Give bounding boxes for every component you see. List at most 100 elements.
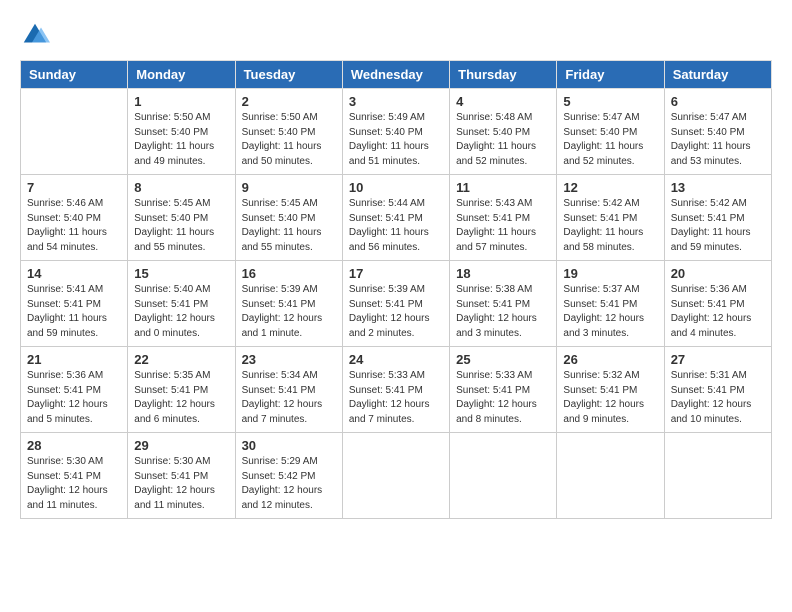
calendar-header-row: SundayMondayTuesdayWednesdayThursdayFrid…: [21, 61, 772, 89]
calendar-header-monday: Monday: [128, 61, 235, 89]
day-number: 30: [242, 438, 336, 453]
day-info: Sunrise: 5:44 AM Sunset: 5:41 PM Dayligh…: [349, 197, 443, 255]
calendar-cell: 4 Sunrise: 5:48 AM Sunset: 5:40 PM Daylig…: [450, 89, 557, 175]
calendar-cell: 10 Sunrise: 5:44 AM Sunset: 5:41 PM Dayli…: [342, 175, 449, 261]
day-number: 27: [671, 352, 765, 367]
calendar-cell: 20 Sunrise: 5:36 AM Sunset: 5:41 PM Dayli…: [664, 261, 771, 347]
calendar-cell: 29 Sunrise: 5:30 AM Sunset: 5:41 PM Dayli…: [128, 433, 235, 519]
day-info: Sunrise: 5:47 AM Sunset: 5:40 PM Dayligh…: [563, 111, 657, 169]
calendar-cell: 24Sunrise: 5:33 AM Sunset: 5:41 PM Dayli…: [342, 347, 449, 433]
calendar-cell: 16 Sunrise: 5:39 AM Sunset: 5:41 PM Dayli…: [235, 261, 342, 347]
calendar-cell: 13 Sunrise: 5:42 AM Sunset: 5:41 PM Dayli…: [664, 175, 771, 261]
day-number: 13: [671, 180, 765, 195]
day-number: 5: [563, 94, 657, 109]
day-info: Sunrise: 5:35 AM Sunset: 5:41 PM Dayligh…: [134, 369, 228, 427]
day-number: 10: [349, 180, 443, 195]
day-number: 18: [456, 266, 550, 281]
calendar-cell: 26 Sunrise: 5:32 AM Sunset: 5:41 PM Dayli…: [557, 347, 664, 433]
day-info: Sunrise: 5:30 AM Sunset: 5:41 PM Dayligh…: [134, 455, 228, 513]
day-info: Sunrise: 5:50 AM Sunset: 5:40 PM Dayligh…: [134, 111, 228, 169]
day-number: 26: [563, 352, 657, 367]
day-number: 29: [134, 438, 228, 453]
day-info: Sunrise: 5:31 AM Sunset: 5:41 PM Dayligh…: [671, 369, 765, 427]
calendar-table: SundayMondayTuesdayWednesdayThursdayFrid…: [20, 60, 772, 519]
day-info: Sunrise: 5:42 AM Sunset: 5:41 PM Dayligh…: [671, 197, 765, 255]
day-info: Sunrise: 5:48 AM Sunset: 5:40 PM Dayligh…: [456, 111, 550, 169]
calendar-week-3: 14 Sunrise: 5:41 AM Sunset: 5:41 PM Dayli…: [21, 261, 772, 347]
calendar-week-1: 1 Sunrise: 5:50 AM Sunset: 5:40 PM Daylig…: [21, 89, 772, 175]
day-info: Sunrise: 5:37 AM Sunset: 5:41 PM Dayligh…: [563, 283, 657, 341]
day-info: Sunrise: 5:39 AM Sunset: 5:41 PM Dayligh…: [242, 283, 336, 341]
calendar-cell: 18 Sunrise: 5:38 AM Sunset: 5:41 PM Dayli…: [450, 261, 557, 347]
day-info: Sunrise: 5:29 AM Sunset: 5:42 PM Dayligh…: [242, 455, 336, 513]
calendar-cell: [450, 433, 557, 519]
day-info: Sunrise: 5:33 AM Sunset: 5:41 PM Dayligh…: [349, 369, 443, 427]
calendar-cell: 8 Sunrise: 5:45 AM Sunset: 5:40 PM Daylig…: [128, 175, 235, 261]
calendar-cell: [557, 433, 664, 519]
day-info: Sunrise: 5:32 AM Sunset: 5:41 PM Dayligh…: [563, 369, 657, 427]
calendar-cell: 25 Sunrise: 5:33 AM Sunset: 5:41 PM Dayli…: [450, 347, 557, 433]
calendar-cell: 11 Sunrise: 5:43 AM Sunset: 5:41 PM Dayli…: [450, 175, 557, 261]
day-info: Sunrise: 5:43 AM Sunset: 5:41 PM Dayligh…: [456, 197, 550, 255]
calendar-header-thursday: Thursday: [450, 61, 557, 89]
day-number: 15: [134, 266, 228, 281]
day-number: 8: [134, 180, 228, 195]
day-number: 12: [563, 180, 657, 195]
day-info: Sunrise: 5:36 AM Sunset: 5:41 PM Dayligh…: [27, 369, 121, 427]
calendar-cell: 30 Sunrise: 5:29 AM Sunset: 5:42 PM Dayli…: [235, 433, 342, 519]
day-number: 9: [242, 180, 336, 195]
day-number: 20: [671, 266, 765, 281]
day-number: 23: [242, 352, 336, 367]
calendar-week-5: 28 Sunrise: 5:30 AM Sunset: 5:41 PM Dayli…: [21, 433, 772, 519]
day-number: 17: [349, 266, 443, 281]
page-header: [20, 20, 772, 50]
calendar-cell: [664, 433, 771, 519]
calendar-cell: 7 Sunrise: 5:46 AM Sunset: 5:40 PM Daylig…: [21, 175, 128, 261]
day-info: Sunrise: 5:50 AM Sunset: 5:40 PM Dayligh…: [242, 111, 336, 169]
day-number: 28: [27, 438, 121, 453]
day-info: Sunrise: 5:38 AM Sunset: 5:41 PM Dayligh…: [456, 283, 550, 341]
day-number: 22: [134, 352, 228, 367]
calendar-week-2: 7 Sunrise: 5:46 AM Sunset: 5:40 PM Daylig…: [21, 175, 772, 261]
calendar-header-tuesday: Tuesday: [235, 61, 342, 89]
logo-icon: [20, 20, 50, 50]
day-number: 16: [242, 266, 336, 281]
day-info: Sunrise: 5:46 AM Sunset: 5:40 PM Dayligh…: [27, 197, 121, 255]
day-number: 4: [456, 94, 550, 109]
day-number: 7: [27, 180, 121, 195]
day-info: Sunrise: 5:40 AM Sunset: 5:41 PM Dayligh…: [134, 283, 228, 341]
calendar-header-sunday: Sunday: [21, 61, 128, 89]
calendar-cell: 23Sunrise: 5:34 AM Sunset: 5:41 PM Dayli…: [235, 347, 342, 433]
day-info: Sunrise: 5:45 AM Sunset: 5:40 PM Dayligh…: [242, 197, 336, 255]
day-number: 21: [27, 352, 121, 367]
calendar-header-wednesday: Wednesday: [342, 61, 449, 89]
day-info: Sunrise: 5:47 AM Sunset: 5:40 PM Dayligh…: [671, 111, 765, 169]
calendar-header-friday: Friday: [557, 61, 664, 89]
day-info: Sunrise: 5:30 AM Sunset: 5:41 PM Dayligh…: [27, 455, 121, 513]
calendar-cell: 3 Sunrise: 5:49 AM Sunset: 5:40 PM Daylig…: [342, 89, 449, 175]
day-number: 14: [27, 266, 121, 281]
calendar-cell: 22 Sunrise: 5:35 AM Sunset: 5:41 PM Dayli…: [128, 347, 235, 433]
day-number: 3: [349, 94, 443, 109]
day-info: Sunrise: 5:42 AM Sunset: 5:41 PM Dayligh…: [563, 197, 657, 255]
calendar-cell: 12 Sunrise: 5:42 AM Sunset: 5:41 PM Dayli…: [557, 175, 664, 261]
calendar-cell: 27 Sunrise: 5:31 AM Sunset: 5:41 PM Dayli…: [664, 347, 771, 433]
day-number: 19: [563, 266, 657, 281]
day-info: Sunrise: 5:41 AM Sunset: 5:41 PM Dayligh…: [27, 283, 121, 341]
day-info: Sunrise: 5:45 AM Sunset: 5:40 PM Dayligh…: [134, 197, 228, 255]
day-info: Sunrise: 5:36 AM Sunset: 5:41 PM Dayligh…: [671, 283, 765, 341]
calendar-cell: 21 Sunrise: 5:36 AM Sunset: 5:41 PM Dayli…: [21, 347, 128, 433]
day-number: 1: [134, 94, 228, 109]
calendar-cell: 15 Sunrise: 5:40 AM Sunset: 5:41 PM Dayli…: [128, 261, 235, 347]
calendar-cell: 6 Sunrise: 5:47 AM Sunset: 5:40 PM Daylig…: [664, 89, 771, 175]
calendar-cell: 28 Sunrise: 5:30 AM Sunset: 5:41 PM Dayli…: [21, 433, 128, 519]
day-number: 11: [456, 180, 550, 195]
day-number: 25: [456, 352, 550, 367]
day-info: Sunrise: 5:49 AM Sunset: 5:40 PM Dayligh…: [349, 111, 443, 169]
day-number: 6: [671, 94, 765, 109]
day-number: 2: [242, 94, 336, 109]
day-info: Sunrise: 5:33 AM Sunset: 5:41 PM Dayligh…: [456, 369, 550, 427]
calendar-header-saturday: Saturday: [664, 61, 771, 89]
logo: [20, 20, 54, 50]
calendar-cell: 1 Sunrise: 5:50 AM Sunset: 5:40 PM Daylig…: [128, 89, 235, 175]
